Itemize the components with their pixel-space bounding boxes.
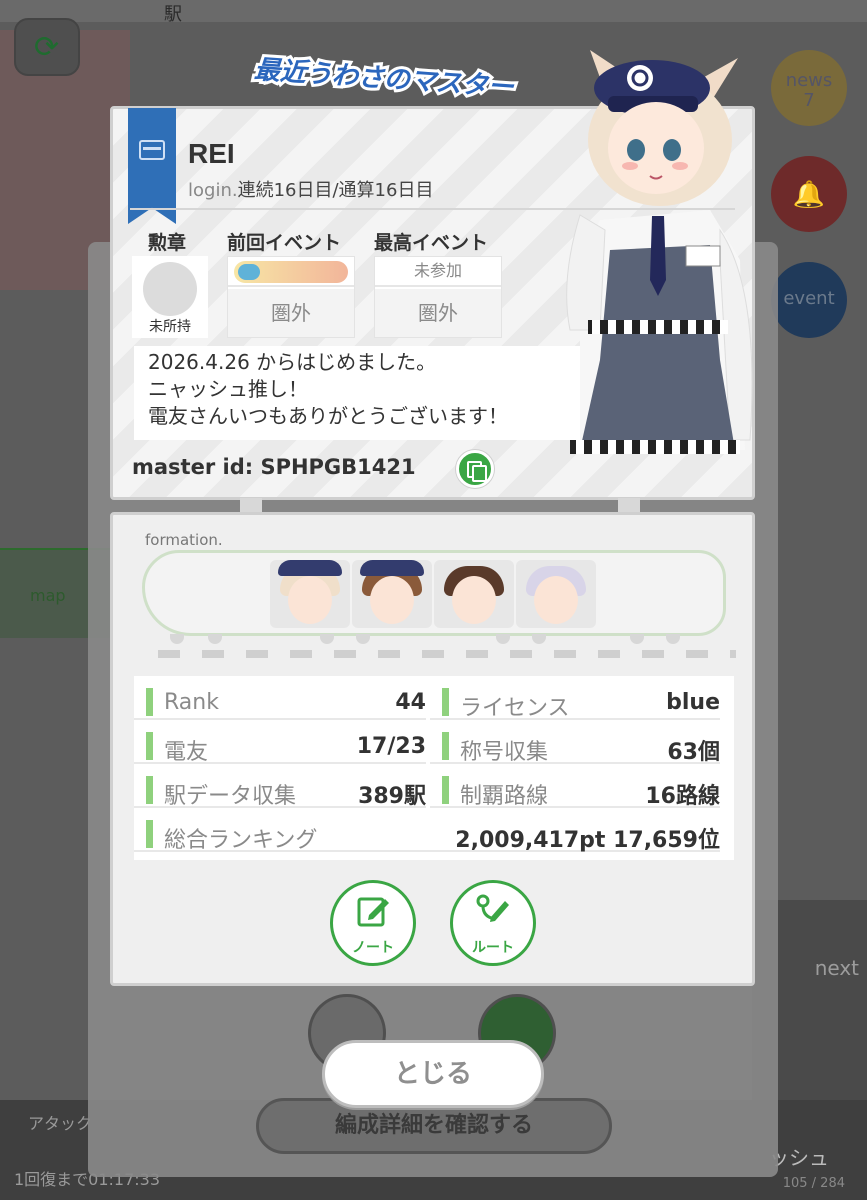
stat-rank: Rank 44 <box>134 682 426 720</box>
close-label: とじる <box>393 1059 472 1089</box>
prev-event-box: 圏外 <box>227 256 355 338</box>
stat-label: Rank <box>164 690 219 715</box>
news-label: news <box>785 70 833 91</box>
member-portrait-icon <box>370 576 414 624</box>
event-label: event <box>783 288 835 309</box>
counter-text: 105 / 284 <box>782 1176 845 1191</box>
route-button[interactable]: ルート <box>450 880 536 966</box>
stat-value: 16路線 <box>645 784 720 809</box>
next-button[interactable]: next <box>815 956 859 980</box>
master-id: master id: SPHPGB1421 <box>132 455 416 479</box>
news-count: 7 <box>803 90 815 111</box>
stat-value: 17/23 <box>356 734 426 759</box>
stat-label: ライセンス <box>460 696 570 721</box>
bell-icon: 🔔 <box>792 180 826 210</box>
stat-lines: 制覇路線 16路線 <box>430 770 720 809</box>
pencil-icon <box>357 897 389 927</box>
username: REI <box>188 138 235 169</box>
note-label: ノート <box>352 940 394 956</box>
next-label: next <box>814 956 859 980</box>
stat-label: 制覇路線 <box>460 784 549 809</box>
stat-value: 2,009,417pt 17,659位 <box>455 828 720 853</box>
best-event-box: 未参加 圏外 <box>374 256 502 338</box>
dash-label: ッシュ <box>769 1146 829 1170</box>
member-portrait-icon <box>452 576 496 624</box>
note-button[interactable]: ノート <box>330 880 416 966</box>
prev-event-logo <box>228 257 354 287</box>
stat-value: 389駅 <box>358 784 426 809</box>
stat-stations: 駅データ収集 389駅 <box>134 770 426 809</box>
login-info: login.連続16日目/通算16日目 <box>188 176 433 202</box>
stat-value: blue <box>666 690 720 715</box>
route-icon <box>476 894 509 922</box>
formation-member[interactable] <box>352 560 432 628</box>
stat-license: ライセンス blue <box>430 682 720 721</box>
comment-line: 2026.4.26 からはじめました。 <box>148 350 437 374</box>
news-button[interactable]: news 7 <box>771 50 847 126</box>
prev-event-label: 前回イベント <box>227 232 342 254</box>
event-button[interactable]: event <box>771 262 847 338</box>
close-button[interactable]: とじる <box>322 1040 544 1108</box>
stat-ranking: 総合ランキング 2,009,417pt 17,659位 <box>134 814 720 853</box>
best-event-result: 圏外 <box>375 289 501 337</box>
stat-value: 44 <box>395 690 426 715</box>
train-wheels <box>160 634 720 646</box>
attack-label: アタック <box>28 1114 93 1133</box>
stat-titles: 称号収集 63個 <box>430 726 720 765</box>
formation-detail-label: 編成詳細を確認する <box>334 1113 533 1138</box>
member-portrait-icon <box>288 576 332 624</box>
comment-line: 電友さんいつもありがとうございます！ <box>148 404 508 428</box>
stat-label: 駅データ収集 <box>164 784 297 809</box>
login-days: 連続16日目/通算16日目 <box>237 180 434 201</box>
copy-id-button[interactable] <box>456 450 494 488</box>
event-banner-icon <box>234 261 348 283</box>
profile-ribbon <box>128 108 176 224</box>
reload-icon: ⟳ <box>34 30 60 65</box>
login-prefix: login. <box>188 180 238 201</box>
formation-member[interactable] <box>434 560 514 628</box>
reload-button[interactable]: ⟳ <box>14 18 80 76</box>
map-label: map <box>30 586 66 605</box>
bell-button[interactable]: 🔔 <box>771 156 847 232</box>
stat-label: 総合ランキング <box>164 828 318 853</box>
member-portrait-icon <box>534 576 578 624</box>
comment-line: ニャッシュ推し！ <box>148 377 308 401</box>
bg-station-label: 駅 <box>164 4 182 25</box>
medal-placeholder-icon <box>143 262 197 316</box>
medal-status: 未所持 <box>149 319 191 335</box>
train-rail <box>158 650 736 658</box>
bg-top-bar: 駅 <box>0 0 867 25</box>
medal-label: 勲章 <box>148 232 187 254</box>
formation-label: formation. <box>145 531 223 549</box>
best-event-name: 未参加 <box>375 257 501 287</box>
profile-comment: 2026.4.26 からはじめました。 ニャッシュ推し！ 電友さんいつもありがと… <box>134 346 624 440</box>
stat-value: 63個 <box>667 740 720 765</box>
stat-label: 電友 <box>164 740 209 765</box>
prev-event-result: 圏外 <box>228 289 354 337</box>
stat-friends: 電友 17/23 <box>134 726 426 765</box>
stats-table: Rank 44 ライセンス blue 電友 17/23 称号収集 63個 駅デー… <box>134 676 734 860</box>
card-icon <box>139 140 165 160</box>
best-event-label: 最高イベント <box>374 232 489 254</box>
route-label: ルート <box>472 940 514 956</box>
formation-member[interactable] <box>270 560 350 628</box>
stat-label: 称号収集 <box>460 740 549 765</box>
character-illustration <box>566 50 753 454</box>
formation-member[interactable] <box>516 560 596 628</box>
